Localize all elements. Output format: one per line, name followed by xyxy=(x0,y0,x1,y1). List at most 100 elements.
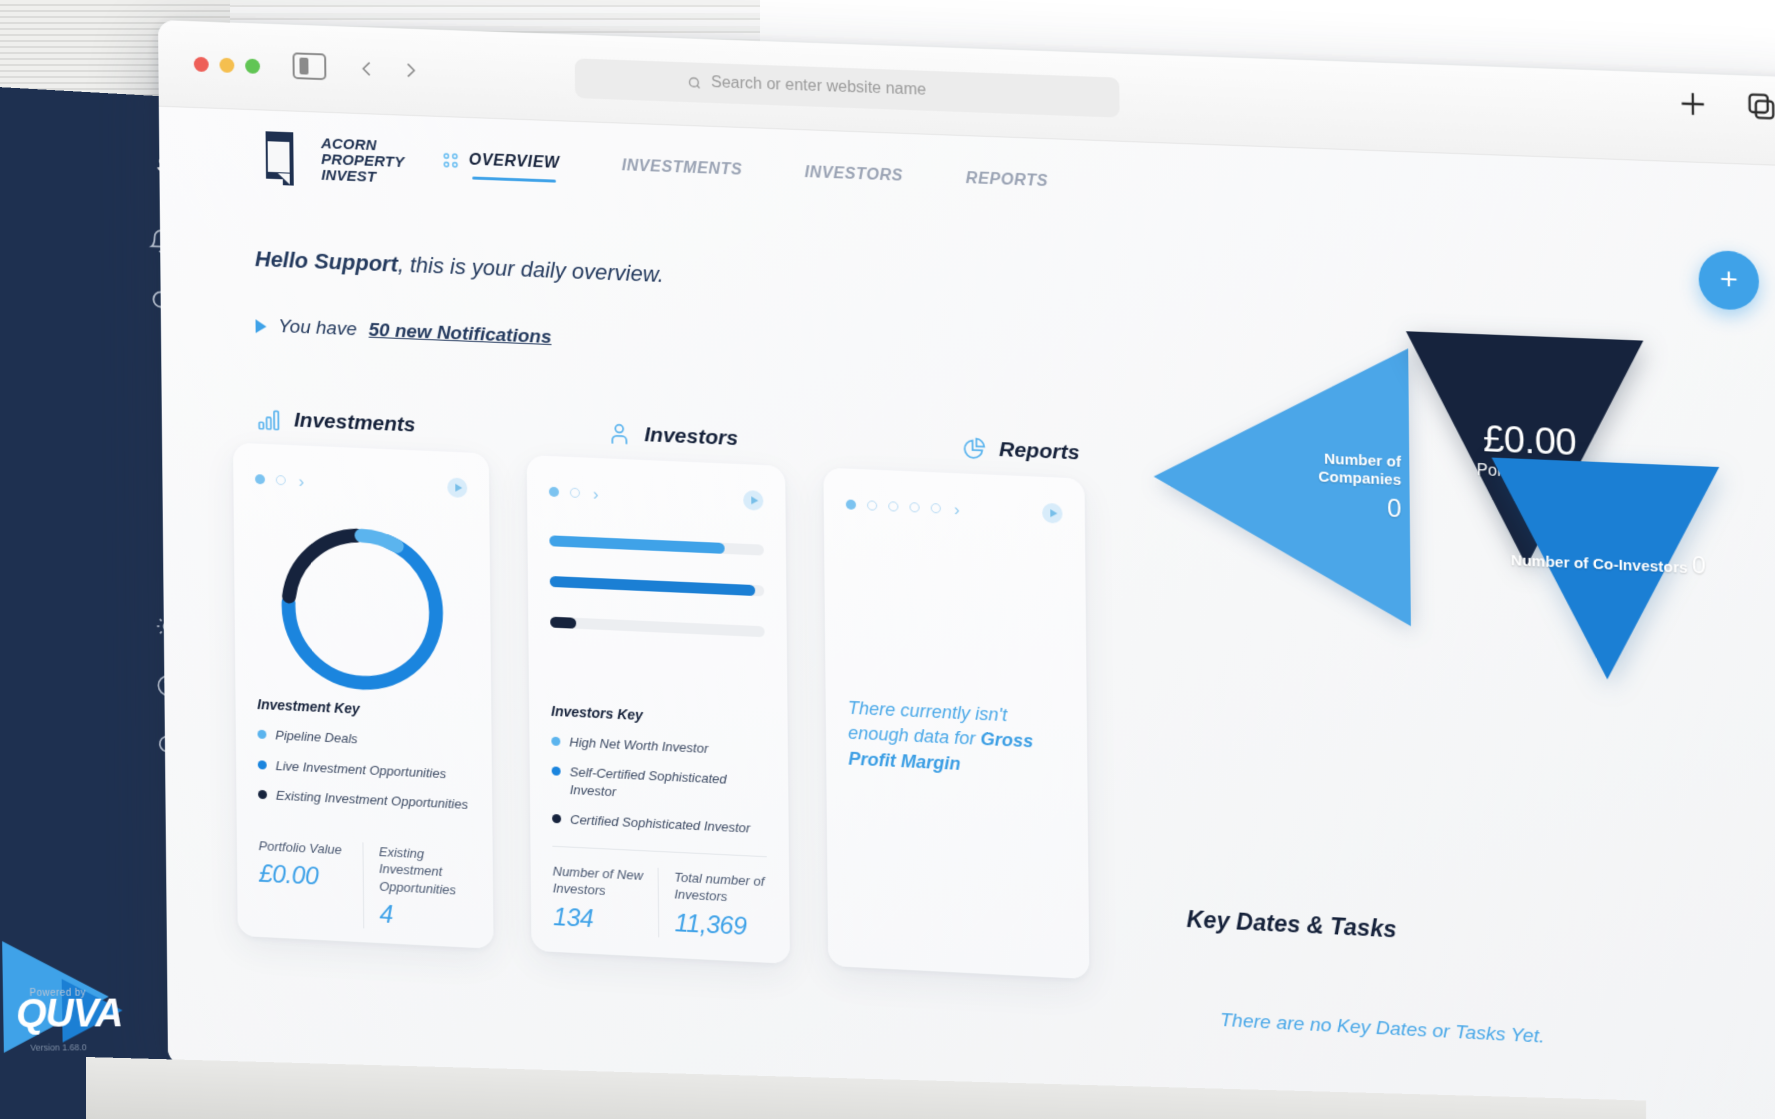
pager-dot[interactable] xyxy=(909,502,920,513)
nav-arrows[interactable] xyxy=(356,55,422,85)
maximize-button[interactable] xyxy=(245,58,261,74)
stat-total-investors: Total number of Investors 11,369 xyxy=(657,867,768,943)
play-icon[interactable] xyxy=(743,490,764,511)
copy-tabs-icon[interactable] xyxy=(1745,90,1775,124)
close-button[interactable] xyxy=(193,56,209,73)
tab-reports-label: REPORTS xyxy=(965,170,1049,191)
companies-label: Number of Companies xyxy=(1318,450,1402,489)
minimize-button[interactable] xyxy=(219,57,235,73)
pager-dot[interactable] xyxy=(569,487,580,498)
notifications-link[interactable]: 50 new Notifications xyxy=(369,320,552,349)
play-icon[interactable] xyxy=(447,477,468,499)
section-investments: Investments xyxy=(256,406,484,441)
pager-dot[interactable] xyxy=(275,475,286,486)
bar-track xyxy=(549,535,764,556)
legend-label: Pipeline Deals xyxy=(275,727,358,747)
divider xyxy=(258,821,471,832)
tab-investments[interactable]: INVESTMENTS xyxy=(622,157,743,189)
pie-chart-icon xyxy=(960,435,987,462)
stat-value: 11,369 xyxy=(674,909,747,941)
search-icon xyxy=(687,75,702,90)
investment-key-list: Pipeline Deals Live Investment Opportuni… xyxy=(257,726,470,814)
greeting-rest: , this is your daily overview. xyxy=(397,251,664,287)
companies-value: 0 xyxy=(1387,494,1402,524)
section-investors-label: Investors xyxy=(644,423,739,451)
stat-portfolio-value: Portfolio Value £0.00 xyxy=(259,837,363,929)
investments-pager[interactable]: › xyxy=(255,469,468,499)
bar-track xyxy=(549,575,765,597)
companies-triangle-label: Number of Companies 0 xyxy=(1278,449,1402,525)
browser-toolbar-right[interactable] xyxy=(1676,87,1775,123)
investments-card: › Investment Key Pipeline Deals Live Inv… xyxy=(233,442,494,949)
app-page: ACORN PROPERTY INVEST OVERVIEW INVESTMEN… xyxy=(158,106,1775,1119)
stat-label: Portfolio Value xyxy=(258,837,342,857)
stat-label: Existing Investment Opportunities xyxy=(378,843,457,898)
reports-pager[interactable]: › xyxy=(845,494,1063,524)
investments-stats: Portfolio Value £0.00 Existing Investmen… xyxy=(259,837,472,935)
plus-icon[interactable] xyxy=(1676,87,1710,121)
play-icon[interactable] xyxy=(1042,502,1063,524)
brand-line-3: INVEST xyxy=(321,167,377,186)
sidebar-toggle-icon[interactable] xyxy=(292,52,327,81)
divider xyxy=(552,845,767,858)
legend-label: Live Investment Opportunities xyxy=(275,757,447,781)
pager-next-icon[interactable]: › xyxy=(593,484,599,503)
dashboard-cards: › Investment Key Pipeline Deals Live Inv… xyxy=(233,442,1090,980)
investors-key-title: Investors Key xyxy=(551,702,643,723)
investors-key-list: High Net Worth Investor Self-Certified S… xyxy=(551,732,766,838)
address-bar[interactable]: Search or enter website name xyxy=(574,58,1120,118)
section-investors: Investors xyxy=(606,421,837,457)
pager-next-icon[interactable]: › xyxy=(298,472,304,491)
bar-chart-icon xyxy=(257,409,279,430)
section-reports-label: Reports xyxy=(998,438,1080,465)
chevron-left-icon[interactable] xyxy=(356,55,378,83)
pager-dot-active[interactable] xyxy=(548,486,560,498)
pager-next-icon[interactable]: › xyxy=(954,500,960,519)
tab-investors[interactable]: INVESTORS xyxy=(805,164,904,196)
browser-window: Search or enter website name ACORN PROPE… xyxy=(158,20,1775,1119)
stat-value: £0.00 xyxy=(258,860,319,891)
legend-label: High Net Worth Investor xyxy=(569,734,709,756)
person-icon xyxy=(606,421,632,448)
pager-dot-active[interactable] xyxy=(255,474,266,485)
reports-empty-state: There currently isn't enough data for Gr… xyxy=(848,696,1065,782)
chevron-right-icon[interactable] xyxy=(399,56,421,84)
legend-item: Self-Certified Sophisticated Investor xyxy=(551,763,767,808)
notifications-prefix: You have xyxy=(278,316,357,341)
tab-overview-label: OVERVIEW xyxy=(468,151,560,172)
legend-item: Certified Sophisticated Investor xyxy=(552,810,767,838)
screenshot-root: SS 50 xyxy=(0,0,1775,1119)
quva-wordmark: QUVA xyxy=(15,991,123,1036)
key-dates-title: Key Dates & Tasks xyxy=(1186,905,1397,943)
stat-label: Number of New Investors xyxy=(552,863,643,899)
window-controls[interactable] xyxy=(193,56,261,74)
pager-dot-active[interactable] xyxy=(845,499,857,510)
legend-label: Existing Investment Opportunities xyxy=(275,787,469,813)
bar-track xyxy=(550,616,765,638)
tab-reports[interactable]: REPORTS xyxy=(966,170,1049,201)
investors-pager[interactable]: › xyxy=(548,482,764,511)
co-investors-value: 0 xyxy=(1691,551,1707,580)
acorn-logo-icon xyxy=(254,129,308,188)
bar-self-certified xyxy=(549,575,756,597)
legend-swatch xyxy=(257,729,267,739)
pager-dot[interactable] xyxy=(930,503,941,514)
tab-overview[interactable]: OVERVIEW xyxy=(442,151,560,183)
brand-logo[interactable]: ACORN PROPERTY INVEST xyxy=(254,129,405,192)
stat-label: Total number of Investors xyxy=(674,869,765,905)
legend-swatch xyxy=(258,789,268,800)
legend-item: High Net Worth Investor xyxy=(551,732,766,760)
investors-card: › Investors Key High Net Worth Investor … xyxy=(526,455,790,964)
section-investments-label: Investments xyxy=(293,408,416,437)
legend-swatch xyxy=(551,766,561,777)
stat-existing-opportunities: Existing Investment Opportunities 4 xyxy=(361,841,472,935)
pager-dot[interactable] xyxy=(867,500,878,511)
bar-certified xyxy=(550,616,576,629)
greeting-name: Hello Support xyxy=(254,246,398,277)
bar-high-net-worth xyxy=(549,535,726,554)
stat-value: 4 xyxy=(379,900,393,930)
caret-right-icon xyxy=(255,319,267,334)
pager-dot[interactable] xyxy=(888,501,899,512)
main-tabs: OVERVIEW INVESTMENTS INVESTORS REPORTS xyxy=(442,151,1048,201)
legend-item: Existing Investment Opportunities xyxy=(258,786,470,814)
